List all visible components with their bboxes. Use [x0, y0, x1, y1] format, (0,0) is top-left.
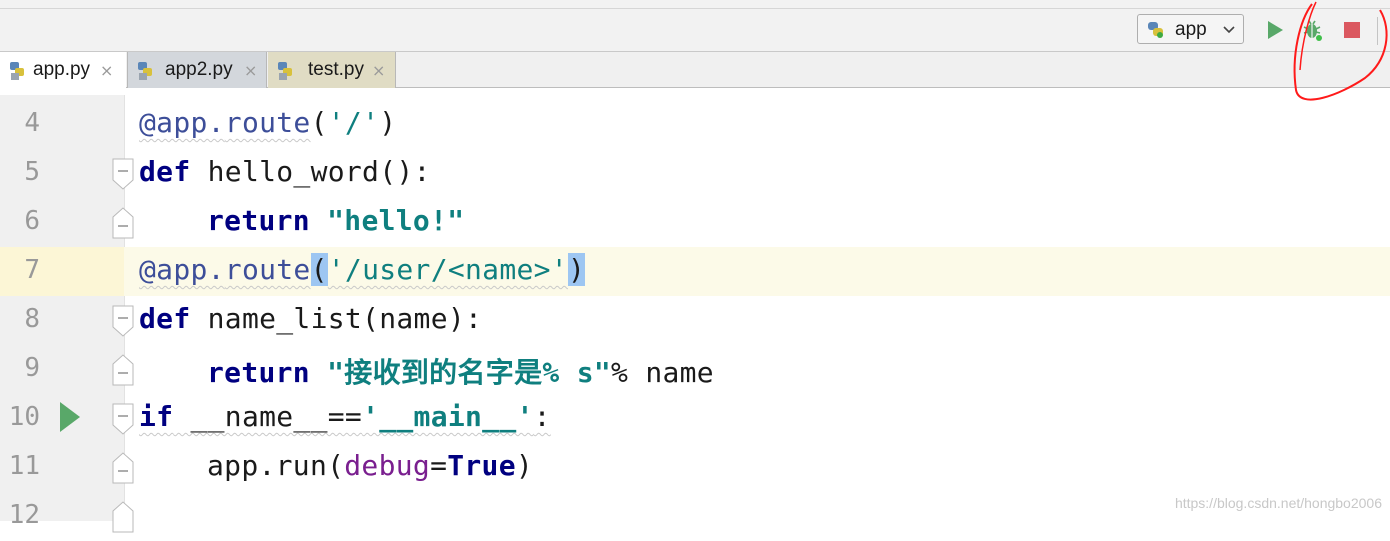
run-icon[interactable] [1264, 19, 1286, 41]
code-text: app.run(debug=True) [207, 449, 534, 482]
watermark: https://blog.csdn.net/hongbo2006 [1174, 495, 1382, 511]
code-line-current[interactable]: 7 @app.route('/user/<name>') [0, 247, 1390, 296]
close-icon[interactable]: × [372, 61, 385, 80]
fold-end-icon[interactable] [111, 354, 135, 386]
run-configuration-label: app [1175, 19, 1207, 40]
line-number: 7 [24, 255, 40, 285]
chevron-down-icon [1223, 26, 1235, 34]
code-line[interactable]: 6 return "hello!" [0, 198, 1390, 247]
code-line[interactable]: 8 def name_list(name): [0, 296, 1390, 345]
code-text: def hello_word(): [139, 155, 431, 188]
code-line[interactable]: 11 app.run(debug=True) [0, 443, 1390, 492]
code-text: def name_list(name): [139, 302, 483, 335]
line-number: 4 [24, 108, 40, 138]
run-configuration-select[interactable]: app [1137, 14, 1244, 44]
close-icon[interactable]: × [244, 61, 257, 80]
code-text: @app.route('/') [139, 106, 397, 139]
fold-collapse-icon[interactable] [111, 305, 135, 337]
python-file-icon [278, 62, 292, 80]
code-text: return "接收到的名字是% s"% name [207, 356, 714, 389]
line-number: 8 [24, 304, 40, 334]
line-number: 5 [24, 157, 40, 187]
python-icon [1148, 22, 1163, 38]
code-line[interactable]: 10 if __name__=='__main__': [0, 394, 1390, 443]
editor-tab-bar: app.py × app2.py × test.py × [0, 52, 1390, 89]
fold-end-icon[interactable] [111, 452, 135, 484]
code-text: @app.route('/user/<name>') [139, 253, 586, 286]
toolbar-separator [1377, 17, 1378, 45]
tab-test-py[interactable]: test.py × [268, 52, 396, 88]
tab-app-py[interactable]: app.py × [0, 52, 126, 89]
code-line[interactable]: 9 return "接收到的名字是% s"% name [0, 345, 1390, 394]
fold-end-icon[interactable] [111, 207, 135, 239]
stop-icon[interactable] [1341, 19, 1363, 41]
tab-label: app.py [33, 59, 91, 80]
line-number: 6 [24, 206, 40, 236]
line-number: 10 [8, 402, 40, 432]
code-text: return "hello!" [207, 204, 465, 237]
code-line[interactable]: 4 @app.route('/') [0, 100, 1390, 149]
code-editor[interactable]: 4 @app.route('/') 5 def hello_word(): 6 … [0, 95, 1390, 533]
fold-collapse-icon[interactable] [111, 501, 135, 533]
close-icon[interactable]: × [100, 61, 113, 80]
tab-label: test.py [308, 59, 364, 80]
tab-label: app2.py [165, 59, 233, 80]
code-line[interactable]: 5 def hello_word(): [0, 149, 1390, 198]
python-file-icon [10, 62, 24, 80]
fold-collapse-icon[interactable] [111, 158, 135, 190]
matched-bracket: ) [567, 253, 586, 286]
code-text: if __name__=='__main__': [139, 400, 551, 433]
python-file-icon [138, 62, 152, 80]
line-number: 12 [8, 500, 40, 530]
line-number: 11 [8, 451, 40, 481]
tab-app2-py[interactable]: app2.py × [127, 52, 267, 88]
window-top-strip [0, 0, 1390, 9]
matched-bracket: ( [310, 253, 328, 286]
fold-collapse-icon[interactable] [111, 403, 135, 435]
line-number: 9 [24, 353, 40, 383]
run-gutter-icon[interactable] [58, 400, 82, 434]
main-toolbar: app [0, 9, 1390, 52]
debug-icon[interactable] [1301, 19, 1323, 41]
